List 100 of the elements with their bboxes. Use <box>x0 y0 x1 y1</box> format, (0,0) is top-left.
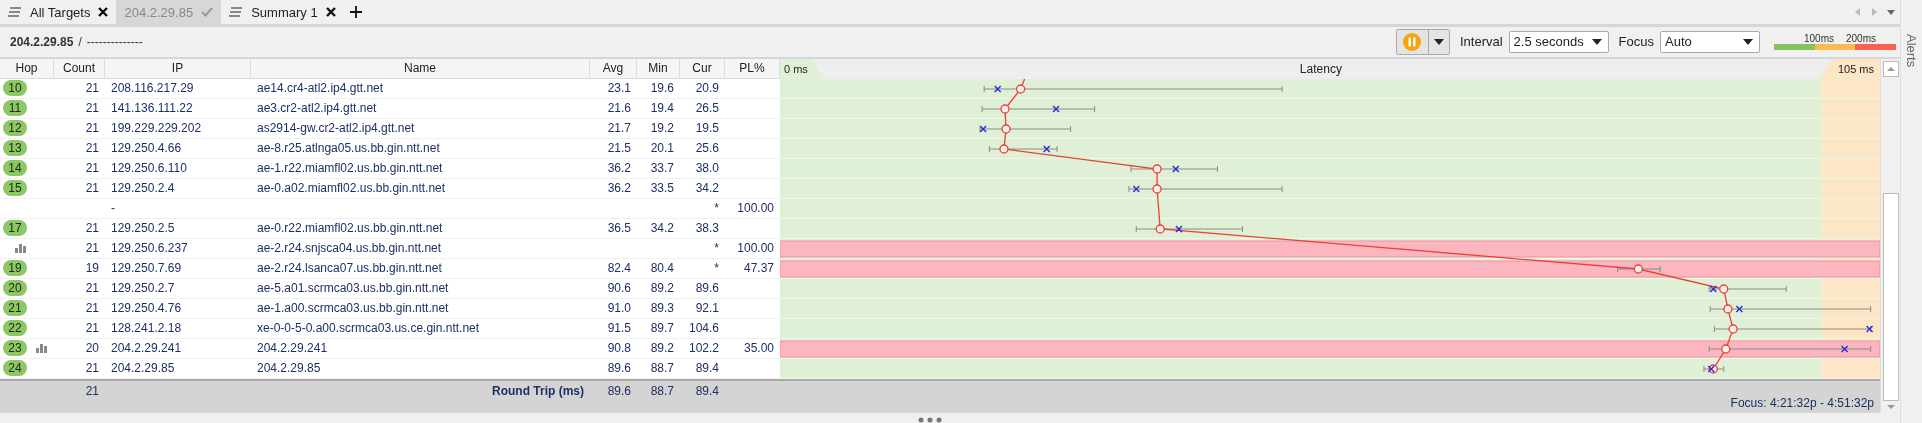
table-cell: 129.250.6.237 <box>111 241 188 256</box>
current-marker <box>1709 285 1718 293</box>
table-cell: 129.250.4.66 <box>111 141 182 156</box>
table-cell: ae3.cr2-atl2.ip4.gtt.net <box>257 101 377 116</box>
table-cell: 19.6 <box>650 81 674 96</box>
close-icon[interactable] <box>98 7 109 17</box>
interval-label: Interval <box>1459 34 1503 50</box>
table-cell: 19 <box>85 261 99 276</box>
round-trip-label: Round Trip (ms) <box>492 383 584 398</box>
table-cell: 20 <box>85 341 99 356</box>
column-header[interactable]: Name <box>251 58 590 78</box>
table-cell: 141.136.111.22 <box>111 101 193 116</box>
table-cell: 129.250.2.5 <box>111 221 175 236</box>
axis-start-label: 0 ms <box>780 58 822 79</box>
table-cell: 19.5 <box>695 121 719 136</box>
average-marker <box>1708 364 1718 374</box>
table-cell: 104.6 <box>688 321 719 336</box>
table-cell: 89.2 <box>650 341 674 356</box>
table-cell: 89.6 <box>607 383 631 398</box>
table-cell: 25.6 <box>695 141 719 156</box>
column-header[interactable]: IP <box>105 58 251 78</box>
current-marker <box>994 85 1002 93</box>
table-cell: 19.4 <box>650 101 674 116</box>
caret-icon <box>1433 38 1444 45</box>
alerts-tab[interactable]: Alerts <box>1904 34 1919 74</box>
scroll-thumb[interactable] <box>1882 192 1899 401</box>
tab[interactable]: Summary 1 <box>221 0 344 24</box>
table-cell: 89.3 <box>650 301 674 316</box>
table-cell: 21 <box>85 141 99 156</box>
table-cell: 20.9 <box>695 81 719 96</box>
current-marker <box>1735 305 1744 313</box>
resize-handle-icon[interactable] <box>918 417 942 423</box>
hop-badge: 24 <box>3 360 27 377</box>
focus-select[interactable]: Auto <box>1660 30 1760 53</box>
add-icon[interactable] <box>349 6 362 18</box>
target-address: 204.2.29.85 <box>10 34 74 49</box>
average-marker <box>1721 344 1731 354</box>
table-cell: 91.5 <box>607 321 631 336</box>
scroll-up-icon[interactable] <box>1882 60 1899 77</box>
close-icon[interactable] <box>325 7 336 17</box>
table-cell: 26.5 <box>695 101 719 116</box>
table-cell: ae-0.a02.miamfl02.us.bb.gin.ntt.net <box>257 181 446 196</box>
table-cell: 82.4 <box>607 261 631 276</box>
table-cell: 21 <box>85 241 99 256</box>
current-marker <box>1132 185 1140 193</box>
average-marker <box>1152 164 1162 174</box>
table-cell: 38.0 <box>695 161 719 176</box>
table-cell: 129.250.4.76 <box>111 301 182 316</box>
range-whisker <box>988 145 1058 153</box>
current-marker <box>979 125 987 133</box>
interval-select[interactable]: 2.5 seconds <box>1508 30 1609 53</box>
table-cell: 129.250.2.4 <box>111 181 175 196</box>
focus-label: Focus <box>1618 34 1654 50</box>
table-cell: 88.7 <box>650 383 674 398</box>
hop-badge: 17 <box>3 220 27 237</box>
tab[interactable]: All Targets <box>0 0 117 24</box>
column-header[interactable]: Hop <box>0 58 54 78</box>
table-cell: 21 <box>85 181 99 196</box>
column-header[interactable]: Cur <box>680 58 725 78</box>
bar-chart-icon[interactable] <box>15 243 26 253</box>
scrollbar[interactable] <box>1880 58 1900 413</box>
average-marker <box>1723 304 1733 314</box>
current-marker <box>1865 325 1874 333</box>
table-cell: ae-0.r22.miamfl02.us.bb.gin.ntt.net <box>257 221 443 236</box>
column-header[interactable]: Avg <box>590 58 637 78</box>
hop-badge: 15 <box>3 180 27 197</box>
hop-badge: 10 <box>3 80 27 97</box>
column-header[interactable]: Min <box>637 58 680 78</box>
column-header[interactable]: Count <box>54 58 105 78</box>
table-cell: 102.2 <box>688 341 719 356</box>
table-cell: 89.7 <box>650 321 674 336</box>
menu-icon <box>8 7 22 17</box>
table-cell: 204.2.29.85 <box>257 361 321 376</box>
range-whisker <box>1617 265 1661 273</box>
caret-icon[interactable] <box>1886 8 1896 16</box>
table-cell: ae-2.r24.lsanca07.us.bb.gin.ntt.net <box>257 261 442 276</box>
table-cell: 90.6 <box>607 281 631 296</box>
graph-title: Latency <box>1299 61 1342 76</box>
table-cell: ae14.cr4-atl2.ip4.gtt.net <box>257 81 384 96</box>
table-cell: * <box>714 261 719 276</box>
table-cell: xe-0-0-5-0.a00.scrmca03.us.ce.gin.ntt.net <box>257 321 480 336</box>
table-cell: 204.2.29.241 <box>111 341 182 356</box>
table-cell: 21.6 <box>607 101 631 116</box>
table-cell: ae-1.r22.miamfl02.us.bb.gin.ntt.net <box>257 161 443 176</box>
average-marker <box>1000 104 1010 114</box>
check-icon[interactable] <box>201 7 214 17</box>
table-cell: 21 <box>85 321 99 336</box>
table-cell: 80.4 <box>650 261 674 276</box>
table-cell: 21 <box>85 81 99 96</box>
table-cell: 20.1 <box>650 141 674 156</box>
average-marker <box>1728 324 1738 334</box>
table-cell: 204.2.29.85 <box>111 361 175 376</box>
bar-chart-icon[interactable] <box>36 343 47 353</box>
table-cell: 34.2 <box>650 221 674 236</box>
current-marker <box>1172 165 1180 173</box>
table-cell: 36.2 <box>607 161 631 176</box>
average-marker <box>1152 184 1162 194</box>
table-cell: 21.5 <box>607 141 631 156</box>
current-marker <box>1042 145 1051 153</box>
table-cell: 89.2 <box>650 281 674 296</box>
